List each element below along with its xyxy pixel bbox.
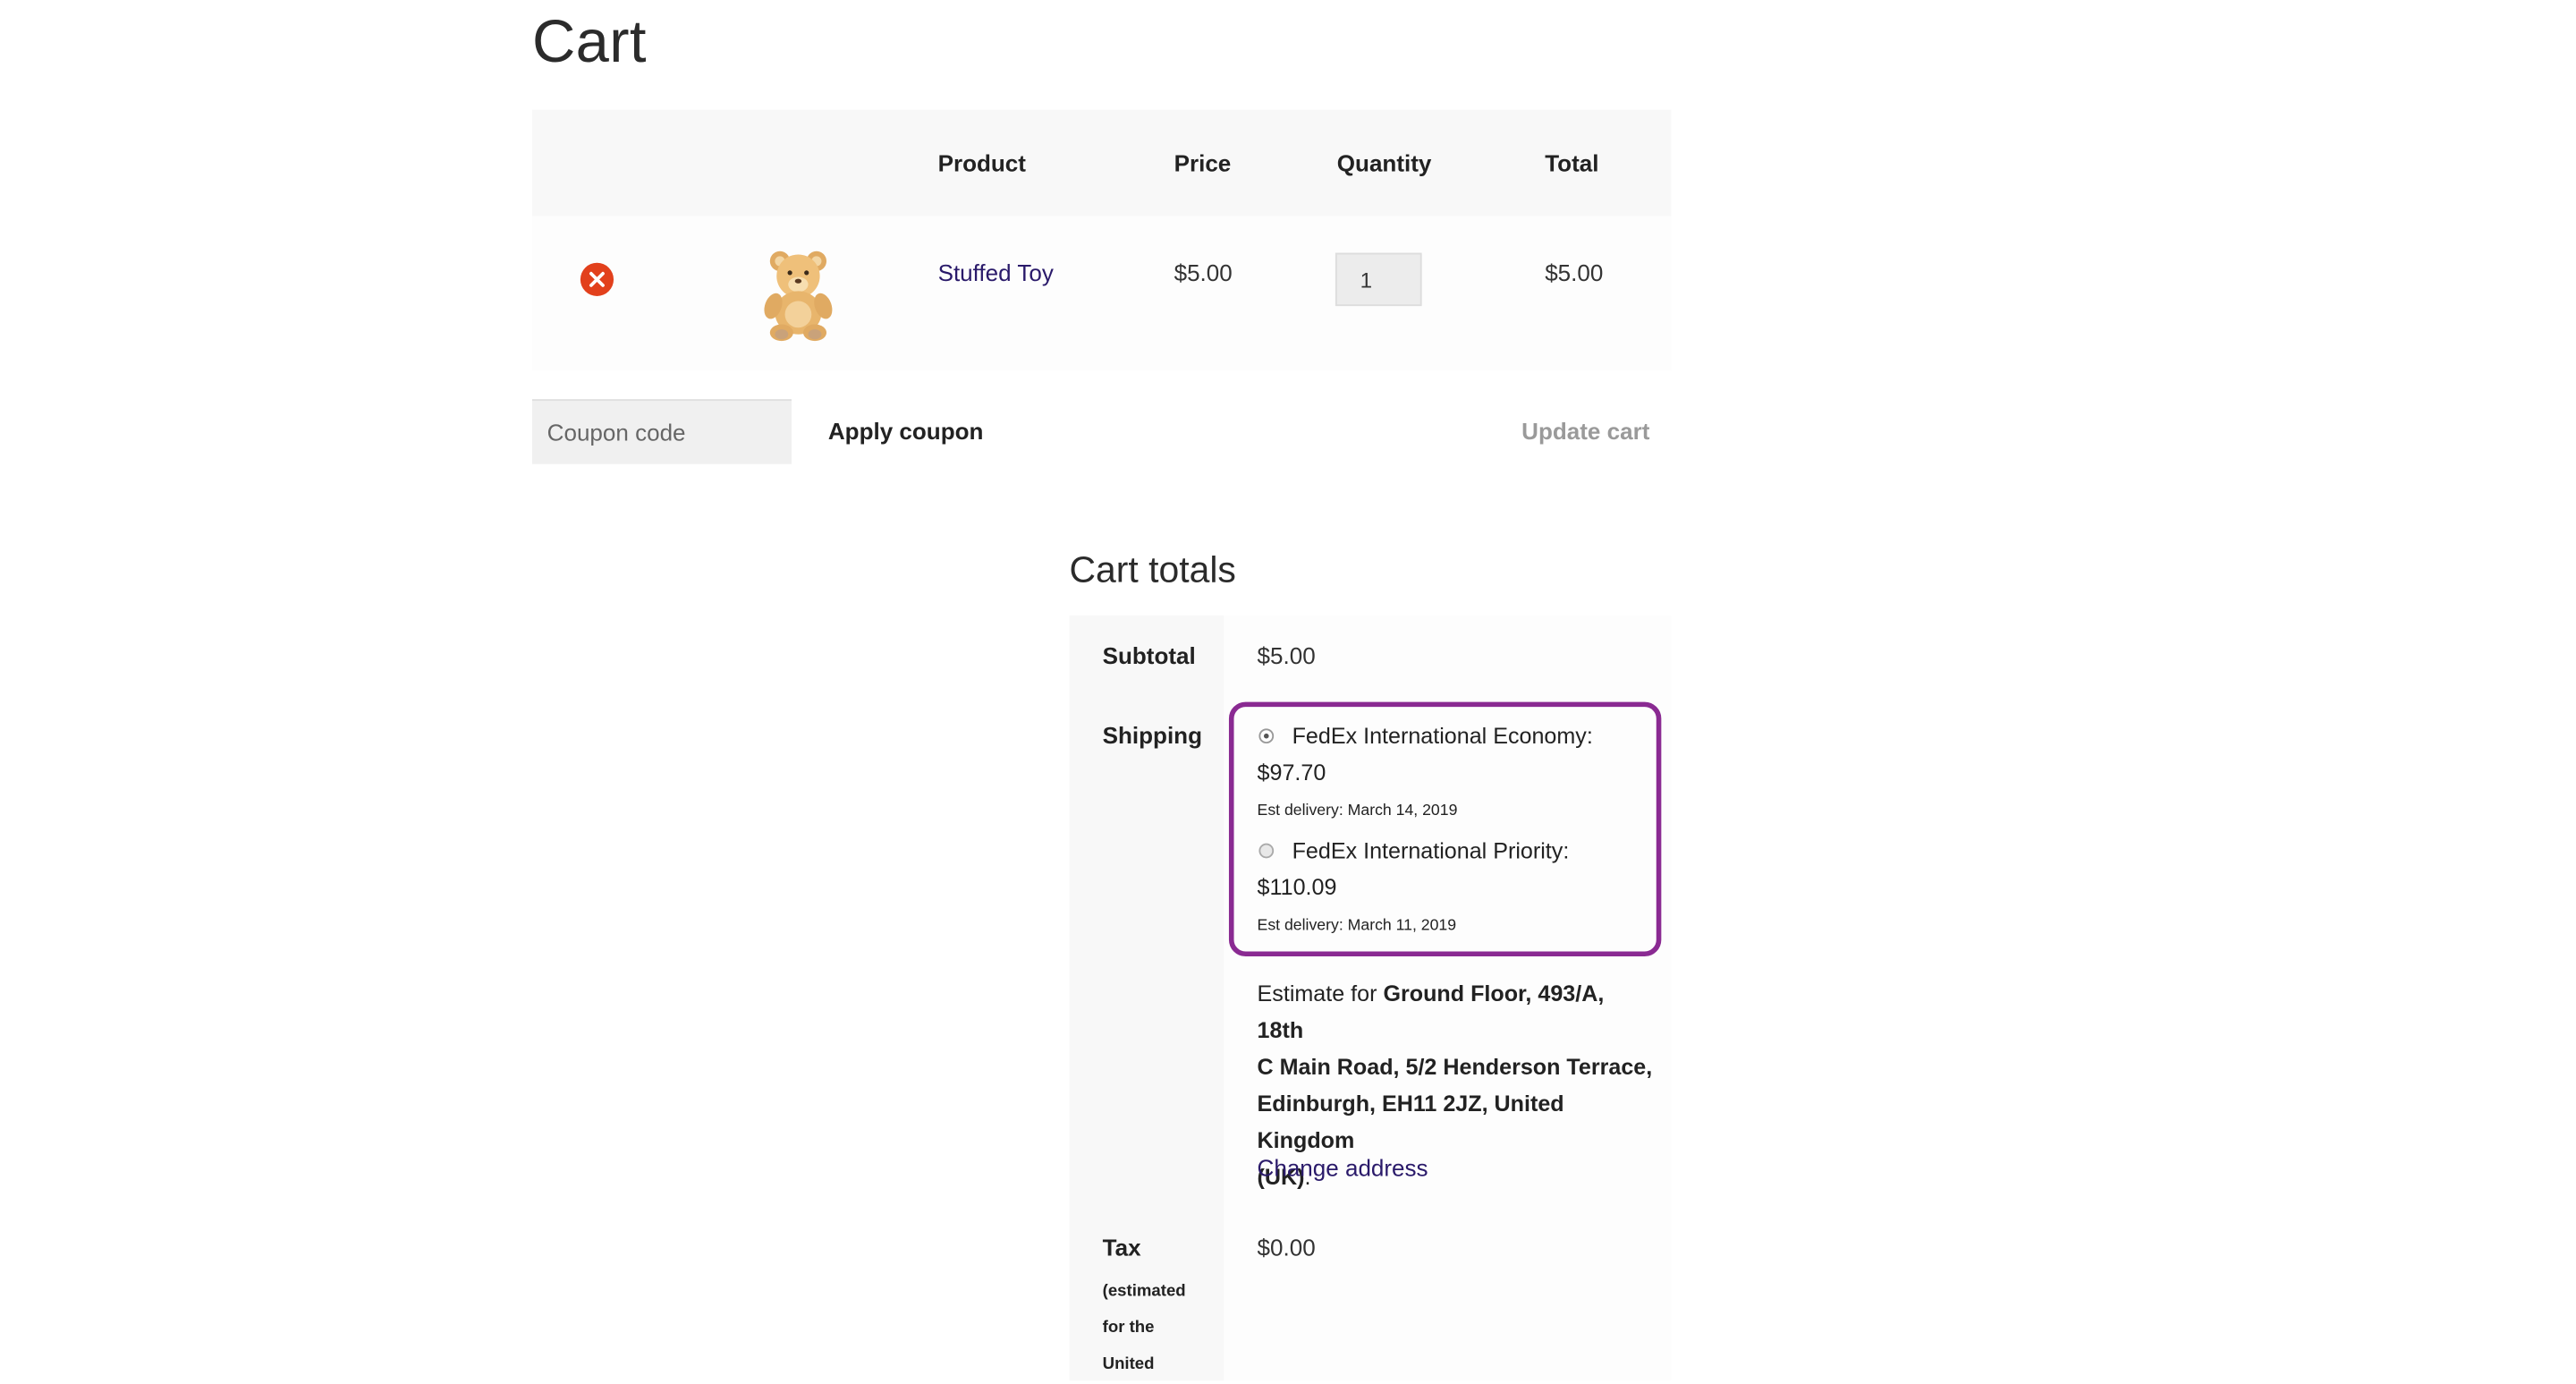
- tax-note-line3: United: [1102, 1355, 1155, 1374]
- column-header-total: Total: [1545, 149, 1599, 177]
- shipping-option-economy-name[interactable]: FedEx International Economy:: [1292, 718, 1593, 755]
- tax-value: $0.00: [1257, 1234, 1316, 1261]
- teddy-bear-icon[interactable]: [751, 246, 844, 343]
- shipping-option-priority-radio[interactable]: [1258, 843, 1275, 859]
- change-address-link[interactable]: Change address: [1258, 1154, 1428, 1181]
- shipping-option-economy-price: $97.70: [1257, 760, 1326, 785]
- column-header-price: Price: [1174, 149, 1232, 177]
- product-link[interactable]: Stuffed Toy: [938, 259, 1054, 286]
- subtotal-label: Subtotal: [1102, 641, 1196, 669]
- shipping-label: Shipping: [1102, 721, 1202, 749]
- quantity-input[interactable]: [1335, 252, 1422, 307]
- estimate-prefix: Estimate for: [1257, 981, 1377, 1006]
- shipping-option-priority-name[interactable]: FedEx International Priority:: [1292, 833, 1570, 870]
- tax-note-line2: for the: [1102, 1319, 1155, 1337]
- shipping-option-economy-radio[interactable]: [1258, 728, 1275, 744]
- estimate-address-line3: Edinburgh, EH11 2JZ, United Kingdom: [1257, 1091, 1564, 1153]
- cart-table-header: [531, 109, 1672, 217]
- page-title: Cart: [531, 6, 647, 75]
- tax-label: Tax: [1102, 1234, 1141, 1261]
- tax-note-line1: (estimated: [1102, 1282, 1186, 1301]
- tax-estimate-note: (estimated for the United: [1103, 1274, 1203, 1384]
- cart-totals-title: Cart totals: [1069, 548, 1236, 591]
- coupon-code-input[interactable]: [531, 399, 792, 464]
- apply-coupon-button[interactable]: Apply coupon: [828, 418, 984, 445]
- shipping-option-economy-est: Est delivery: March 14, 2019: [1257, 802, 1458, 820]
- estimate-address-line2: C Main Road, 5/2 Henderson Terrace,: [1257, 1054, 1653, 1080]
- column-header-product: Product: [937, 149, 1026, 177]
- item-price: $5.00: [1174, 259, 1233, 286]
- update-cart-button[interactable]: Update cart: [1521, 418, 1649, 445]
- shipping-option-priority-est: Est delivery: March 11, 2019: [1257, 916, 1457, 935]
- column-header-quantity: Quantity: [1336, 149, 1432, 177]
- table-row: [531, 216, 1672, 371]
- item-total: $5.00: [1545, 259, 1604, 286]
- subtotal-value: $5.00: [1257, 641, 1316, 669]
- shipping-option-priority-price: $110.09: [1257, 874, 1337, 900]
- remove-item-icon[interactable]: [580, 262, 614, 296]
